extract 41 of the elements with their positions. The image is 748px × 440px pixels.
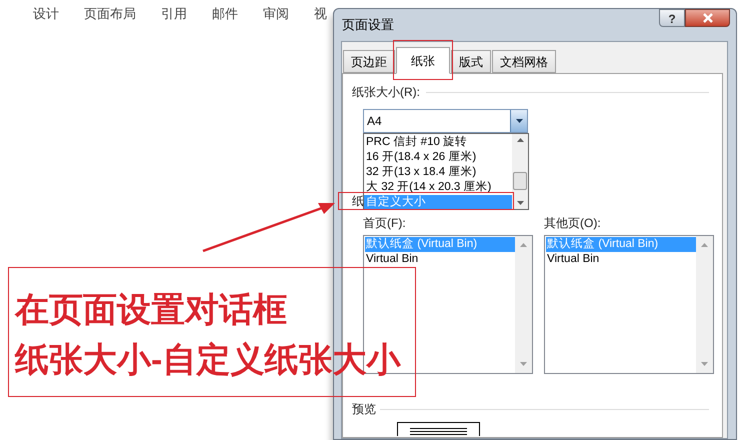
scrollbar[interactable] — [512, 134, 528, 209]
scroll-down-icon[interactable] — [520, 362, 527, 366]
dropdown-option[interactable]: PRC 信封 #10 旋转 — [364, 135, 512, 150]
tray-label: 首页(F): — [363, 215, 407, 232]
close-icon — [702, 13, 714, 23]
paper-size-combo[interactable]: A4 — [363, 109, 528, 133]
tray-label: 其他页(O): — [544, 215, 602, 232]
tab[interactable]: 文档网格 — [492, 50, 556, 73]
ribbon-tab[interactable]: 邮件 — [212, 4, 238, 24]
tray-option[interactable]: Virtual Bin — [546, 252, 696, 267]
caret-icon — [516, 119, 522, 123]
preview-label: 预览 — [352, 401, 376, 418]
ribbon-tab[interactable]: 页面布局 — [84, 4, 136, 24]
paper-size-label: 纸张大小(R): — [352, 84, 420, 101]
close-button[interactable] — [685, 9, 730, 27]
ribbon-tab[interactable]: 引用 — [161, 4, 187, 24]
dropdown-option[interactable]: 32 开(13 x 18.4 厘米) — [364, 165, 512, 180]
tab-highlight-frame — [393, 40, 453, 80]
callout-text: 在页面设置对话框 — [15, 290, 288, 330]
tab[interactable]: 页边距 — [343, 50, 395, 73]
dropdown-button[interactable] — [510, 110, 527, 132]
combo-value: A4 — [366, 113, 383, 130]
scroll-up-icon[interactable] — [516, 138, 524, 142]
dropdown-option[interactable]: 大 32 开(14 x 20.3 厘米) — [364, 180, 512, 195]
tab[interactable]: 版式 — [451, 50, 491, 73]
ribbon-tab[interactable]: 视 — [314, 4, 327, 24]
dialog-title: 页面设置 — [342, 16, 394, 34]
tray-option[interactable]: Virtual Bin — [365, 252, 515, 267]
ribbon-tab[interactable]: 设计 — [33, 4, 59, 24]
help-button[interactable]: ? — [659, 9, 685, 27]
scroll-up-icon[interactable] — [701, 243, 708, 247]
scrollbar[interactable] — [696, 236, 713, 373]
dropdown-option[interactable]: 16 开(18.4 x 26 厘米) — [364, 150, 512, 165]
paper-source-label: 纸 — [352, 193, 364, 210]
scroll-thumb[interactable] — [513, 172, 527, 190]
scroll-up-icon[interactable] — [520, 243, 527, 247]
scroll-down-icon[interactable] — [701, 362, 708, 366]
scroll-down-icon[interactable] — [516, 201, 524, 205]
tab[interactable]: 纸张 — [396, 47, 450, 74]
ribbon-tab[interactable]: 审阅 — [263, 4, 289, 24]
scrollbar[interactable] — [515, 236, 532, 373]
